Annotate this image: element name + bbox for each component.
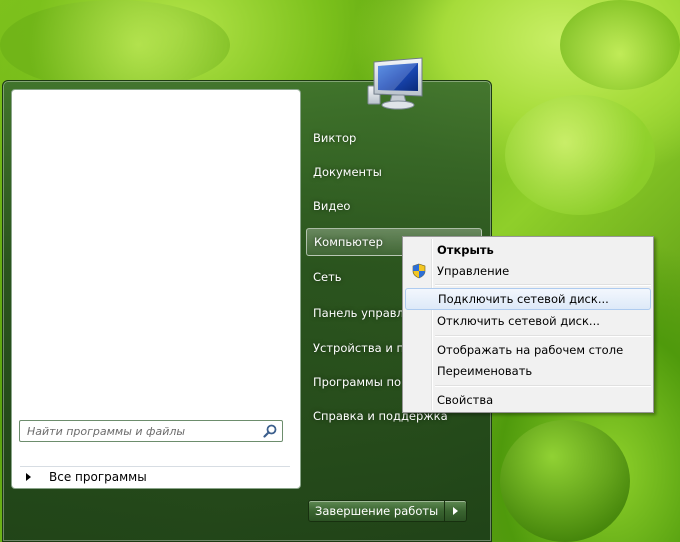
menu-item-open[interactable]: Открыть xyxy=(405,239,651,261)
triangle-right-icon xyxy=(26,472,31,481)
uac-shield-icon xyxy=(412,263,426,279)
computer-monitor-icon[interactable] xyxy=(364,56,426,112)
search-box[interactable] xyxy=(19,420,283,442)
all-programs-label: Все программы xyxy=(49,469,147,484)
menu-item-map-network-drive[interactable]: Подключить сетевой диск... xyxy=(405,288,651,310)
wallpaper-leaf xyxy=(505,95,655,215)
documents-item[interactable]: Документы xyxy=(306,158,482,186)
menu-item-label: Свойства xyxy=(437,393,494,407)
menu-item-manage[interactable]: Управление xyxy=(405,260,651,282)
menu-item-label: Открыть xyxy=(437,243,494,257)
menu-item-label: Подключить сетевой диск... xyxy=(438,292,609,306)
videos-item[interactable]: Видео xyxy=(306,192,482,220)
menu-separator xyxy=(435,385,651,387)
wallpaper-leaf xyxy=(500,420,630,542)
menu-item-label: Управление xyxy=(437,264,510,278)
shutdown-options-button[interactable] xyxy=(445,500,468,522)
menu-item-show-on-desktop[interactable]: Отображать на рабочем столе xyxy=(405,339,651,361)
wallpaper-leaf xyxy=(0,0,230,90)
menu-item-rename[interactable]: Переименовать xyxy=(405,360,651,382)
context-menu: Открыть Управление Подключить сетевой ди… xyxy=(402,236,654,413)
computer-label: Компьютер xyxy=(314,235,383,249)
menu-item-label: Отключить сетевой диск... xyxy=(437,314,600,328)
documents-label: Документы xyxy=(313,165,382,179)
wallpaper-leaf xyxy=(560,0,680,90)
magnifier-icon[interactable] xyxy=(263,424,277,438)
menu-item-disconnect-network-drive[interactable]: Отключить сетевой диск... xyxy=(405,310,651,332)
all-programs-button[interactable]: Все программы xyxy=(20,466,290,486)
triangle-right-icon xyxy=(453,507,459,515)
user-folder-item[interactable]: Виктор xyxy=(306,124,482,152)
menu-item-label: Отображать на рабочем столе xyxy=(437,343,624,357)
menu-separator xyxy=(435,335,651,337)
menu-separator xyxy=(435,284,651,286)
shutdown-button[interactable]: Завершение работы xyxy=(308,500,446,522)
network-label: Сеть xyxy=(313,270,342,284)
shutdown-group: Завершение работы xyxy=(308,500,468,522)
menu-item-label: Переименовать xyxy=(437,364,533,378)
user-folder-label: Виктор xyxy=(313,131,357,145)
menu-item-properties[interactable]: Свойства xyxy=(405,389,651,411)
search-input[interactable] xyxy=(20,421,256,441)
videos-label: Видео xyxy=(313,199,351,213)
